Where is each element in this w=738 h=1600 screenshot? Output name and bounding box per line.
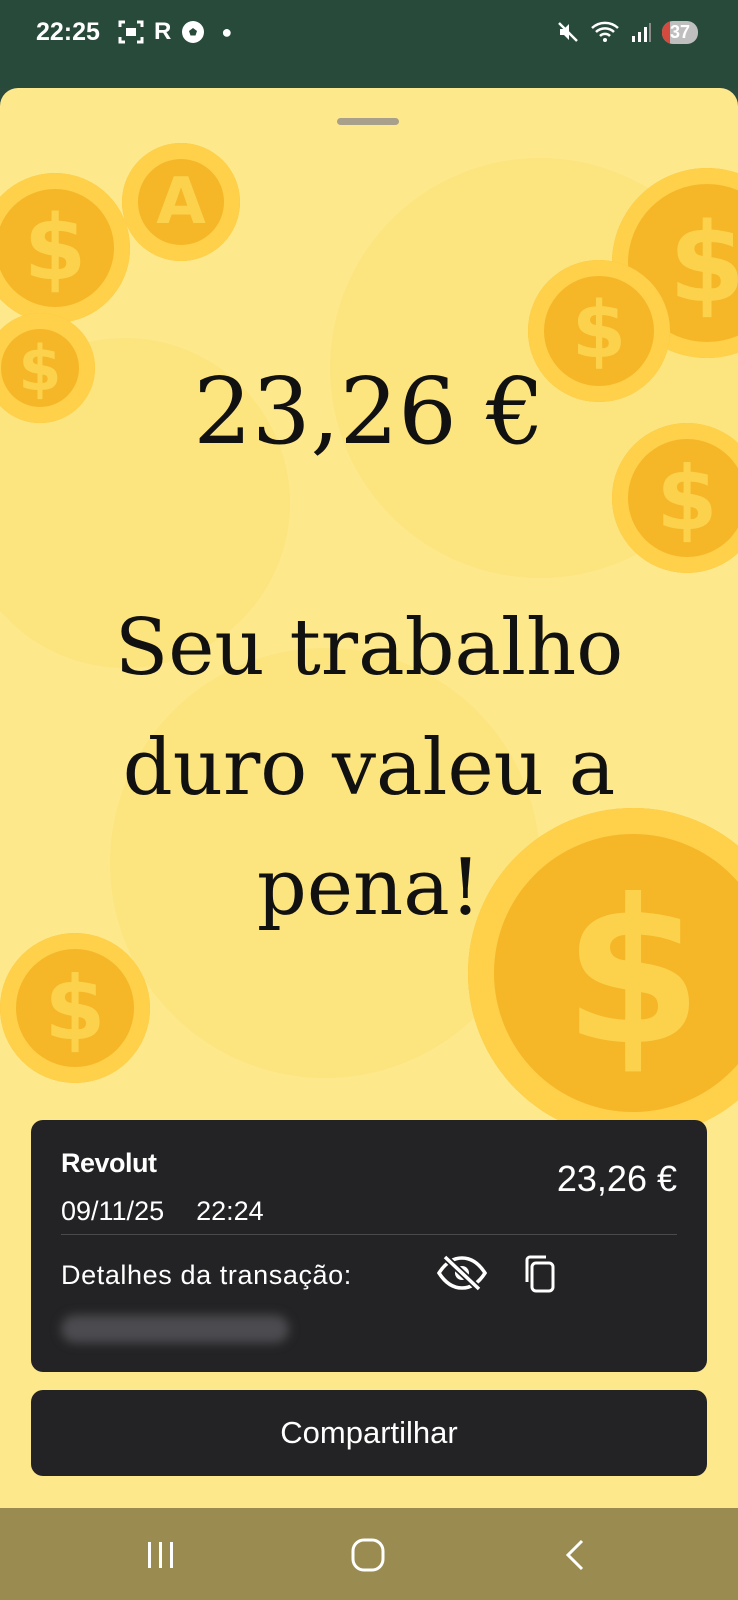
back-icon bbox=[565, 1539, 584, 1571]
transaction-time: 22:24 bbox=[196, 1196, 264, 1226]
sheet-grabber[interactable] bbox=[337, 118, 399, 125]
brand-logo: Revolut bbox=[61, 1148, 157, 1178]
share-button[interactable]: Compartilhar bbox=[31, 1390, 707, 1476]
coin-decoration: A bbox=[122, 143, 240, 261]
status-icons-left: R ● bbox=[118, 18, 232, 46]
battery-indicator: 37 bbox=[661, 20, 698, 44]
wifi-icon bbox=[591, 21, 619, 42]
revolut-r-icon: R bbox=[154, 18, 172, 45]
home-button[interactable] bbox=[338, 1530, 398, 1580]
recent-apps-icon bbox=[148, 1542, 173, 1568]
transaction-details-label: Detalhes da transação: bbox=[61, 1260, 352, 1290]
transaction-amount: 23,26 € bbox=[556, 1158, 677, 1199]
hidden-transaction-id bbox=[61, 1315, 289, 1343]
signal-icon bbox=[631, 23, 651, 42]
recent-apps-button[interactable] bbox=[131, 1530, 191, 1580]
home-icon bbox=[351, 1538, 385, 1572]
status-icons-right: 37 bbox=[556, 20, 698, 44]
coin-decoration: $ bbox=[0, 933, 150, 1083]
dot-icon: ● bbox=[221, 21, 233, 42]
back-button[interactable] bbox=[545, 1530, 605, 1580]
reward-headline: Seu trabalho duro valeu a pena! bbox=[114, 603, 624, 933]
screenshot-icon bbox=[118, 20, 144, 44]
status-time: 22:25 bbox=[36, 18, 100, 46]
copy-icon[interactable] bbox=[523, 1254, 557, 1294]
navigation-bar bbox=[0, 1508, 738, 1600]
coin-decoration: $ bbox=[0, 173, 130, 323]
transaction-date: 09/11/25 bbox=[61, 1196, 165, 1226]
transaction-datetime: 09/11/25 22:24 bbox=[61, 1196, 264, 1227]
card-divider bbox=[61, 1234, 677, 1235]
football-icon bbox=[182, 21, 205, 43]
mute-icon bbox=[558, 22, 578, 42]
reward-amount: 23,26 € bbox=[193, 358, 545, 465]
transaction-card: Revolut 09/11/25 22:24 23,26 € Detalhes … bbox=[31, 1120, 707, 1372]
status-bar: 22:25 R ● 37 bbox=[0, 0, 738, 88]
eye-slash-icon[interactable] bbox=[436, 1254, 488, 1292]
